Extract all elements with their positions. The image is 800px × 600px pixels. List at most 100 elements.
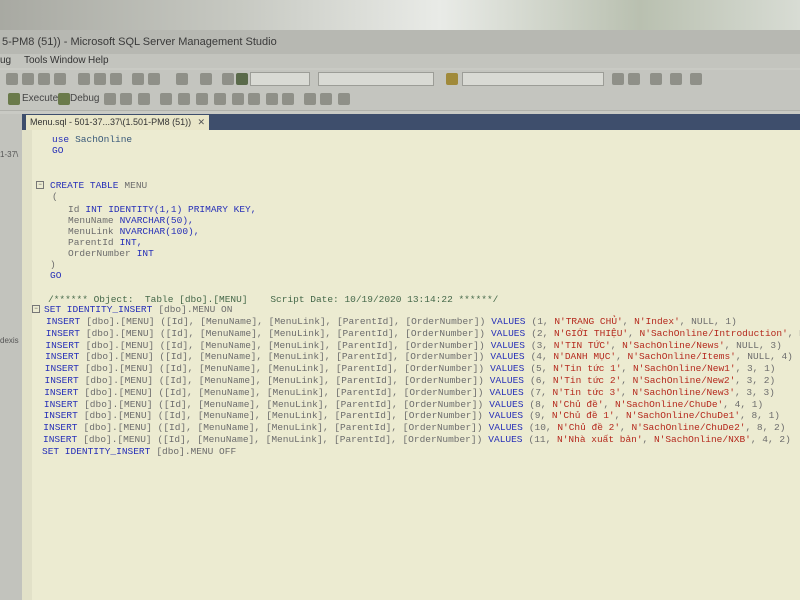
toolbox-icon[interactable] — [628, 73, 640, 85]
navigate-icon[interactable] — [176, 73, 188, 85]
intellisense-icon[interactable] — [178, 93, 190, 105]
configuration-combo[interactable] — [318, 72, 434, 86]
code-token: N'SachOnline/News' — [622, 339, 725, 351]
code-token: [dbo].[MENU] ([Id], [MenuName], [MenuLin… — [84, 386, 484, 398]
code-token: N'SachOnline/ChuDe' — [614, 398, 724, 410]
fold-toggle-icon[interactable]: − — [36, 181, 44, 189]
code-line-create-table: CREATE TABLE MENU — [50, 180, 147, 191]
code-line-insert: INSERT [dbo].[MENU] ([Id], [MenuName], [M… — [46, 328, 800, 339]
code-token: INSERT — [45, 327, 80, 339]
code-token: [dbo].[MENU] ([Id], [MenuName], [MenuLin… — [85, 327, 485, 339]
execute-icon[interactable] — [8, 93, 20, 105]
debug-icon[interactable] — [58, 93, 70, 105]
menu-bar: ug Tools Window Help — [0, 54, 800, 68]
code-token: N'TRANG CHỦ' — [554, 316, 623, 327]
object-explorer-panel[interactable]: 1-37\ dexis — [0, 114, 23, 600]
undo-icon[interactable] — [132, 73, 144, 85]
code-token: ) — [50, 259, 56, 270]
settings-icon[interactable] — [650, 73, 662, 85]
database-icon[interactable] — [222, 73, 234, 85]
code-line-col-menuname: MenuName NVARCHAR(50), — [68, 215, 194, 226]
cut-icon[interactable] — [78, 73, 90, 85]
code-token: (11, — [528, 434, 558, 445]
code-token: N'TIN TỨC' — [553, 339, 611, 351]
code-token: , 4, 1) — [723, 398, 764, 410]
increase-indent-icon[interactable] — [338, 93, 350, 105]
comment-icon[interactable] — [282, 93, 294, 105]
results-grid-icon[interactable] — [248, 93, 260, 105]
find-icon[interactable] — [446, 73, 458, 85]
standard-toolbar — [0, 70, 800, 91]
code-token: [dbo].[MENU] ([Id], [MenuName], [MenuLin… — [83, 422, 483, 434]
code-token: VALUES — [490, 339, 525, 351]
code-line-insert: INSERT [dbo].[MENU] ([Id], [MenuName], [M… — [44, 387, 775, 398]
code-line-paren-open: ( — [52, 191, 58, 202]
open-file-icon[interactable] — [22, 73, 34, 85]
code-token: , NULL, 2) — [787, 327, 800, 339]
menu-item-window[interactable]: Window — [50, 54, 86, 68]
copy-icon[interactable] — [94, 73, 106, 85]
code-token: CREATE TABLE — [50, 180, 119, 191]
code-line-insert: INSERT [dbo].[MENU] ([Id], [MenuName], [M… — [44, 410, 780, 421]
code-token: N'GIỚI THIỆU' — [554, 327, 629, 339]
code-token: INSERT — [43, 422, 78, 434]
menu-item-tools[interactable]: Tools — [24, 54, 47, 68]
play-icon[interactable] — [236, 73, 248, 85]
fold-toggle-icon[interactable]: − — [32, 305, 40, 313]
code-token: , 3, 2) — [735, 375, 776, 386]
results-text-icon[interactable] — [232, 93, 244, 105]
window-title-bar: 5-PM8 (51)) - Microsoft SQL Server Manag… — [0, 30, 800, 54]
parse-icon[interactable] — [120, 93, 132, 105]
query-options-icon[interactable] — [160, 93, 172, 105]
results-file-icon[interactable] — [266, 93, 278, 105]
target-combo[interactable] — [250, 72, 310, 86]
code-token: N'SachOnline/ChuDe1' — [626, 410, 741, 422]
estimated-plan-icon[interactable] — [138, 93, 150, 105]
code-token: MenuName — [68, 215, 114, 226]
code-token: N'Tin tức 2' — [552, 375, 622, 386]
code-line-identity-off: SET IDENTITY_INSERT [dbo].MENU OFF — [42, 446, 236, 457]
stop-icon[interactable] — [104, 93, 116, 105]
tab-menu-sql[interactable]: Menu.sql - 501-37...37\(1.501-PM8 (51)) … — [26, 115, 210, 130]
code-token: , NULL, 1) — [679, 316, 737, 327]
code-token: MENU — [124, 180, 148, 191]
code-token: SET IDENTITY_INSERT — [42, 445, 151, 457]
code-token: INSERT — [45, 339, 80, 351]
code-line-insert: INSERT [dbo].[MENU] ([Id], [MenuName], [M… — [45, 340, 781, 351]
redo-icon[interactable] — [148, 73, 160, 85]
code-line-go-2: GO — [50, 270, 61, 281]
solution-icon[interactable] — [200, 73, 212, 85]
find-combo[interactable] — [462, 72, 604, 86]
query-editor[interactable]: use SachOnline GO − CREATE TABLE MENU(Id INT I… — [22, 130, 800, 600]
close-icon[interactable]: ✕ — [198, 115, 206, 130]
code-token: , 3, 1) — [735, 363, 776, 375]
save-all-icon[interactable] — [54, 73, 66, 85]
debug-button[interactable]: Debug — [70, 93, 99, 104]
execute-button[interactable]: Execute — [22, 93, 58, 104]
code-token: , 8, 2) — [745, 422, 786, 434]
code-token: , — [621, 363, 633, 375]
code-token: [dbo].[MENU] ([Id], [MenuName], [MenuLin… — [84, 398, 484, 410]
code-token: (1, — [531, 316, 555, 327]
properties-icon[interactable] — [612, 73, 624, 85]
code-line-insert: INSERT [dbo].[MENU] ([Id], [MenuName], [M… — [44, 399, 763, 410]
uncomment-icon[interactable] — [304, 93, 316, 105]
code-token: INSERT — [45, 351, 80, 363]
toolbar-options-icon[interactable] — [690, 73, 702, 85]
window-icon[interactable] — [670, 73, 682, 85]
include-plan-icon[interactable] — [196, 93, 208, 105]
menu-item-help[interactable]: Help — [88, 54, 109, 68]
code-token: N'SachOnline/New1' — [632, 363, 736, 375]
menu-item-debug[interactable]: ug — [0, 54, 11, 68]
object-explorer-label: 1-37\ — [0, 150, 19, 159]
code-token: , 4, 2) — [750, 434, 791, 445]
code-line-insert: INSERT [dbo].[MENU] ([Id], [MenuName], [M… — [43, 422, 785, 433]
code-token: INT, — [119, 237, 143, 248]
code-token: INSERT — [44, 386, 79, 398]
code-token: , — [614, 410, 627, 422]
new-query-icon[interactable] — [6, 73, 18, 85]
paste-icon[interactable] — [110, 73, 122, 85]
decrease-indent-icon[interactable] — [320, 93, 332, 105]
save-icon[interactable] — [38, 73, 50, 85]
client-stats-icon[interactable] — [214, 93, 226, 105]
